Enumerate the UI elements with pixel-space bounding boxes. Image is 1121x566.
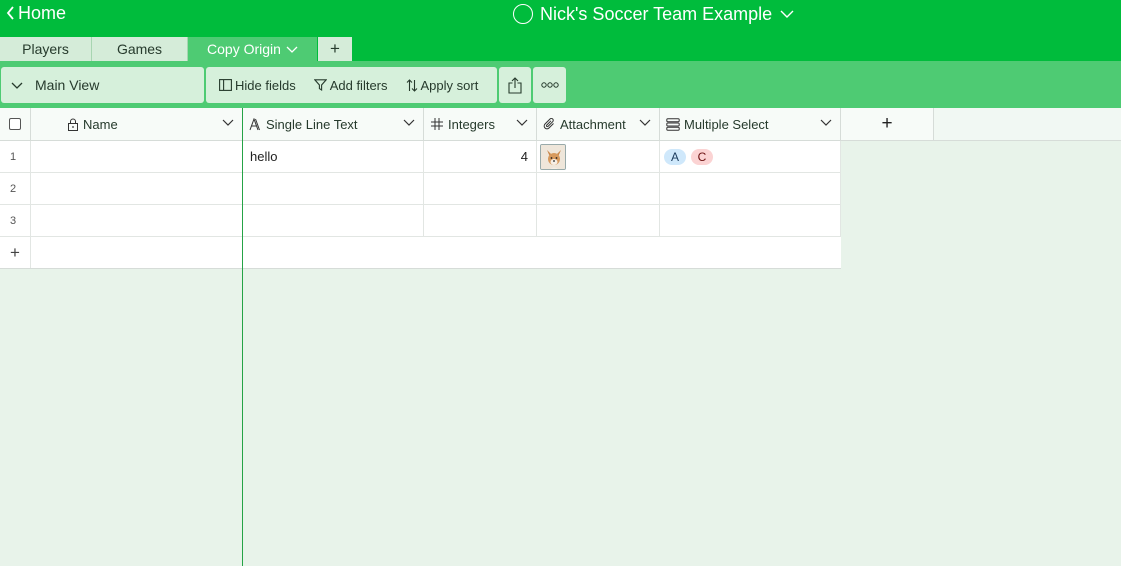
home-back-link[interactable]: Home [6, 2, 66, 24]
cell-attachment[interactable] [537, 173, 660, 204]
select-option-chip: C [691, 148, 713, 165]
tab-label: Players [22, 41, 69, 57]
cell-attachment[interactable] [537, 141, 660, 172]
apply-sort-button[interactable]: Apply sort [406, 67, 479, 103]
more-options-button[interactable] [533, 67, 566, 103]
view-switcher[interactable]: Main View [1, 67, 204, 103]
more-icon [540, 82, 559, 88]
chevron-down-icon[interactable] [286, 46, 298, 53]
column-header-attachment[interactable]: Attachment [537, 108, 660, 141]
add-filters-label: Add filters [329, 77, 388, 93]
cell-name[interactable] [31, 173, 243, 204]
base-title-menu[interactable]: Nick's Soccer Team Example [513, 3, 794, 25]
add-filters-button[interactable]: Add filters [313, 67, 388, 103]
cell-single-line-text[interactable] [243, 173, 424, 204]
tab-games[interactable]: Games [92, 37, 188, 61]
chevron-down-icon [11, 82, 23, 89]
lock-icon [67, 118, 79, 131]
column-header-label: Attachment [560, 116, 626, 132]
add-row[interactable]: + [0, 237, 841, 269]
select-all-header [0, 108, 31, 141]
column-header-single-line-text[interactable]: Single Line Text [243, 108, 424, 141]
header-filler [934, 108, 1121, 141]
cell-integers[interactable] [424, 173, 537, 204]
table-row[interactable]: 3 [0, 205, 841, 237]
tab-players[interactable]: Players [0, 37, 92, 61]
share-icon [508, 76, 522, 94]
filter-icon [313, 79, 327, 91]
top-bar: Home Nick's Soccer Team Example Players … [0, 0, 1121, 61]
column-header-label: Name [83, 116, 118, 132]
column-header-label: Integers [448, 116, 495, 132]
chevron-down-icon[interactable] [516, 119, 528, 126]
multi-select-icon [666, 117, 680, 131]
cell-single-line-text[interactable]: hello [243, 141, 424, 172]
attachment-thumbnail[interactable] [540, 143, 566, 170]
cell-attachment[interactable] [537, 205, 660, 236]
cell-name[interactable] [31, 141, 243, 172]
column-header-label: Single Line Text [266, 116, 358, 132]
hide-fields-button[interactable]: Hide fields [219, 67, 296, 103]
frozen-column-divider[interactable] [242, 108, 243, 566]
apply-sort-label: Apply sort [420, 77, 479, 93]
column-header-integers[interactable]: Integers [424, 108, 537, 141]
chevron-down-icon[interactable] [639, 119, 651, 126]
base-circle-icon [513, 4, 533, 24]
table-row[interactable]: 2 [0, 173, 841, 205]
tab-copy-origin[interactable]: Copy Origin [188, 37, 317, 61]
add-column-button[interactable]: + [841, 108, 934, 141]
home-label: Home [18, 2, 67, 23]
chevron-left-icon [6, 6, 14, 20]
chevron-down-icon[interactable] [222, 119, 234, 126]
view-name: Main View [35, 77, 100, 93]
hash-icon [430, 117, 444, 131]
base-title: Nick's Soccer Team Example [540, 3, 773, 24]
cell-multiple-select[interactable] [660, 173, 841, 204]
tab-label: Games [116, 41, 163, 57]
chevron-down-icon [780, 10, 794, 18]
view-toolbar: Main View Hide fields Add filters Apply … [0, 61, 1121, 108]
cell-integers[interactable]: 4 [424, 141, 537, 172]
select-all-checkbox[interactable] [9, 118, 21, 130]
column-header-multiple-select[interactable]: Multiple Select [660, 108, 841, 141]
cell-integers[interactable] [424, 205, 537, 236]
row-number: 1 [0, 141, 31, 172]
text-type-icon [249, 117, 262, 131]
column-header-label: Multiple Select [684, 116, 769, 132]
tab-label: Copy Origin [207, 41, 281, 57]
cell-multiple-select[interactable]: AC [660, 141, 841, 172]
paperclip-icon [543, 117, 556, 131]
row-number: 3 [0, 205, 31, 236]
cell-single-line-text[interactable] [243, 205, 424, 236]
cell-name[interactable] [31, 205, 243, 236]
cell-multiple-select[interactable] [660, 205, 841, 236]
hide-fields-label: Hide fields [235, 77, 296, 93]
add-row-button[interactable]: + [0, 237, 31, 268]
chevron-down-icon[interactable] [403, 119, 415, 126]
row-number: 2 [0, 173, 31, 204]
table-tabs: Players Games Copy Origin + [0, 37, 352, 61]
chevron-down-icon[interactable] [820, 119, 832, 126]
sort-icon [406, 78, 417, 92]
table-row[interactable]: 1 hello 4 AC [0, 141, 841, 173]
view-actions: Hide fields Add filters Apply sort [206, 67, 497, 103]
share-button[interactable] [499, 67, 531, 103]
dog-photo-icon [541, 144, 565, 169]
add-table-button[interactable]: + [318, 37, 352, 61]
select-option-chip: A [664, 148, 686, 165]
column-header-name[interactable]: Name [31, 108, 243, 141]
hide-fields-icon [219, 79, 232, 91]
